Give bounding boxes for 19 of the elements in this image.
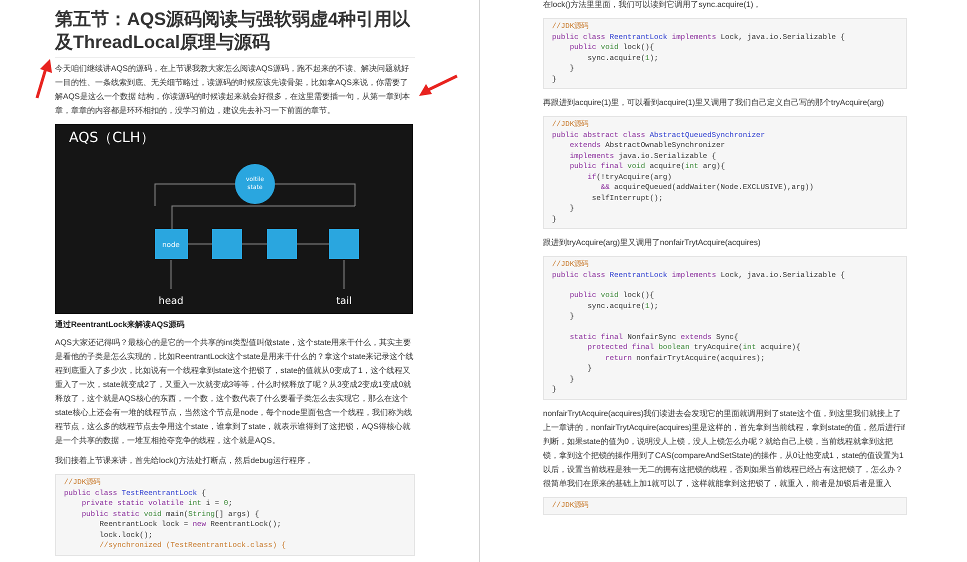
body-paragraph: 在lock()方法里里面，我们可以读到它调用了sync.acquire(1)，: [543, 0, 762, 11]
body-paragraph: nonfairTrytAcquire(acquires)我们读进去会发现它的里面就调用到了state这个值，到这里我们就接上了上一章讲的，nonfairTrytAcquire(acquires)里是这样的，首先拿到当前线程，拿到state的值，然后进行if判断，如果state的值为0，说明没人上锁，没人上锁怎么办呢？就给自己上锁，当前线程就拿到这把锁，拿到这个把锁的操作用到了CAS(compareAndSetState)的操作，从0让他变成1，state的值设置为1以后，设置当前线程是独一无二的拥有这把锁的线程，否则如果当前线程已经占有这把锁了，怎么办？很简单我们在原来的基础上加1就可以了，这样就能拿到这把锁了，就重入，前者是加锁后者是重入: [543, 408, 906, 490]
annotation-arrow: [418, 74, 458, 98]
page-heading: 第五节：AQS源码阅读与强软弱虚4种引用以及ThreadLocal原理与源码: [55, 8, 415, 58]
node-square: [329, 229, 359, 259]
node-square: [267, 229, 297, 259]
body-paragraph: 跟进到tryAcquire(arg)里又调用了nonfairTrytAcquire(acquires): [543, 237, 762, 249]
head-label: head: [158, 296, 184, 307]
annotation-arrow: [33, 58, 53, 100]
body-paragraph: AQS大家还记得吗？最核心的是它的一个共享的int类型值叫做state，这个state用来干什么，其实主要是看他的子类是怎么实现的，比如ReentrantLock这个state是用来干什么的？拿这个state来记录这个线程到底重入了多少次，比如说有一个线程拿到state这个把锁了，state的值就从0变成了1，这个线程又重入了一次，state就变成2了，又重入一次就变成3等等，什么时候释放了呢？从3变成2变成1变成0就释放了，这个就是AQS核心的东西，一个数，这个数代表了什么要看子类怎么去实现它，那么在这个state核心上还会有一堆的线程节点，当然这个节点是node，每个node里面包含一个线程，我们称为线程节点，这么多的线程节点去争用这个state，谁拿到了state，就表示谁得到了这把锁，AQS得核心就是一个共享的数据，一堆互相抢夺竞争的线程，这个就是AQS。: [55, 337, 415, 447]
tail-label: tail: [336, 296, 352, 307]
diagram-title: AQS（CLH）: [69, 130, 154, 146]
section-subheading: 通过ReentrantLock来解读AQS源码: [55, 319, 186, 331]
node-square: [155, 229, 188, 259]
state-circle: [235, 164, 275, 204]
node-square: [212, 229, 242, 259]
body-paragraph: 今天咱们继续讲AQS的源码，在上节课我教大家怎么阅读AQS源码，跑不起来的不读、解决问题就好一目的性、一条线索到底、无关细节略过，读源码的时候应该先读骨架，比如拿AQS来说，你需要了解AQS是这么一个数据 结构，你读源码的时候读起来就会好很多，在这里需要插一句，从第一章到本章，章章的内容都是环环相扣的，没学习前边，建议先去补习一下前面的章节。: [55, 63, 412, 117]
body-paragraph: 再跟进到acquire(1)里，可以看到acquire(1)里又调用了我们自己定义自己写的那个tryAcquire(arg): [543, 97, 885, 109]
body-paragraph: 我们接着上节课来讲，首先给lock()方法处打断点，然后debug运行程序，: [55, 455, 314, 467]
